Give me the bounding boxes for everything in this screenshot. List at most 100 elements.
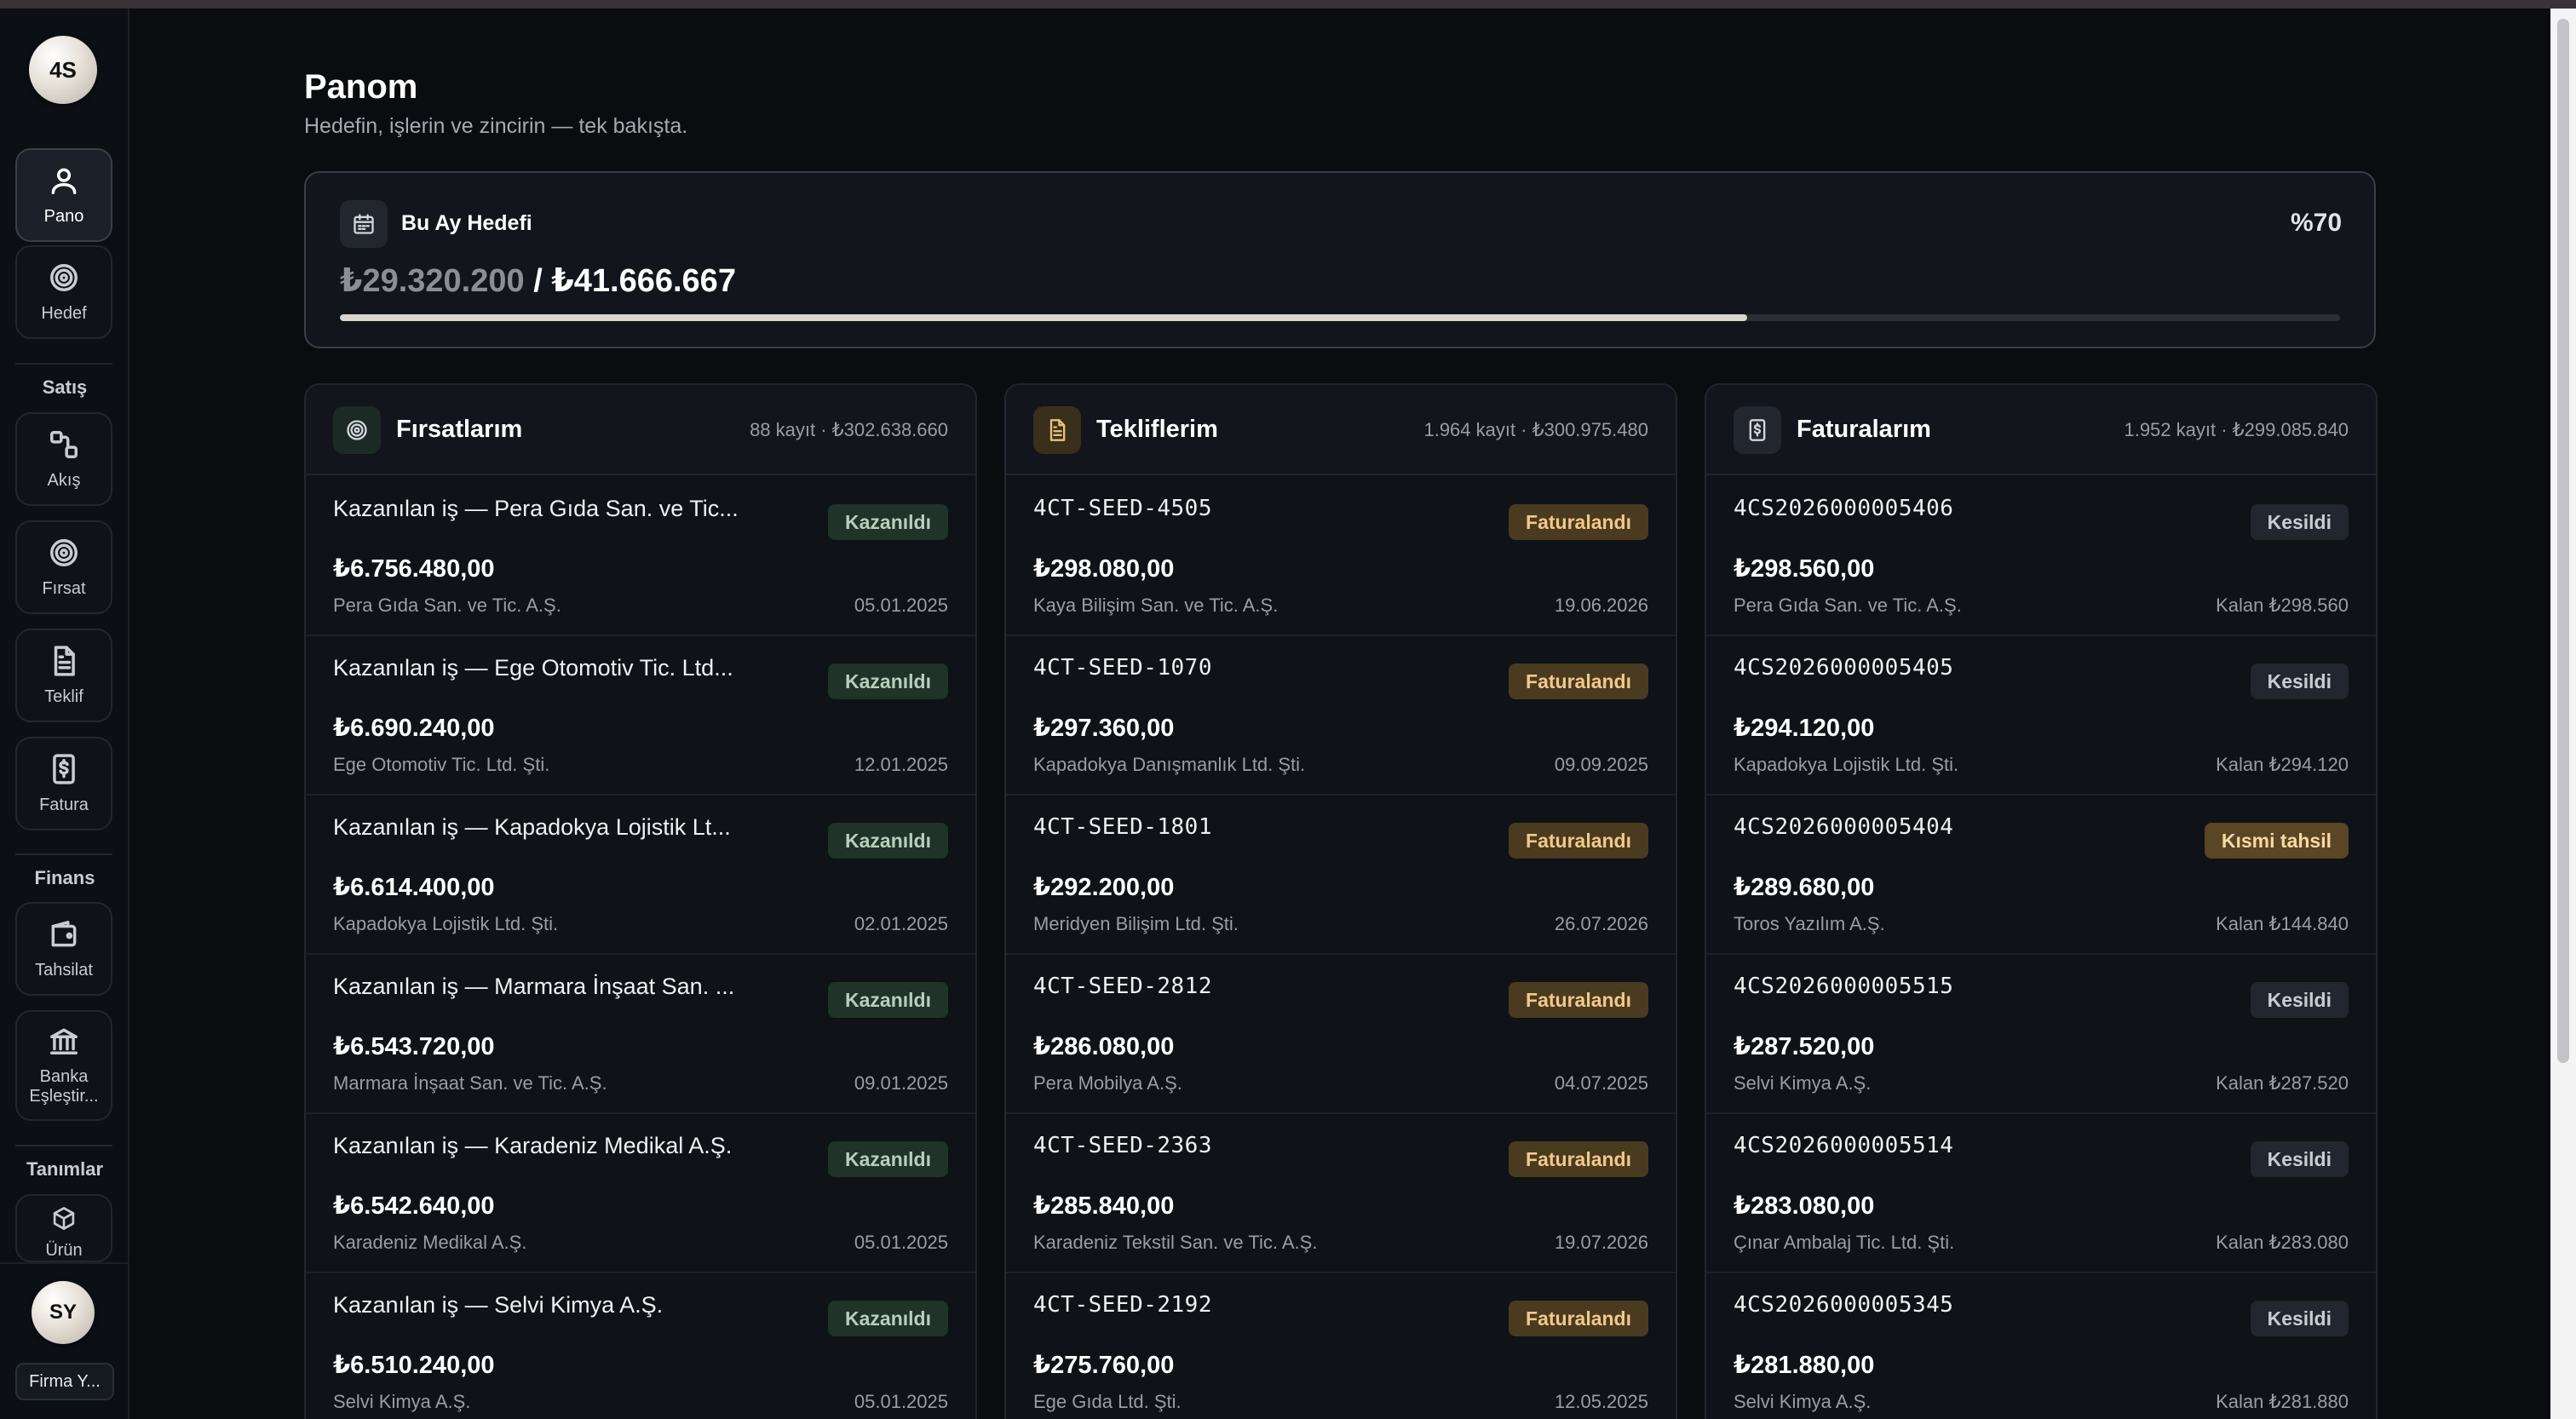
status-badge: Kısmi tahsil <box>2204 823 2349 859</box>
item-title: 4CS2026000005404 <box>1734 814 1954 840</box>
list-item[interactable]: 4CT-SEED-2363 Faturalandı ₺285.840,00 Karad… <box>1006 1114 1676 1273</box>
item-detail: 19.06.2026 <box>1554 595 1648 616</box>
invoice-icon <box>53 753 75 784</box>
item-amount: ₺289.680,00 <box>1734 874 1875 901</box>
status-badge: Kazanıldı <box>828 982 948 1018</box>
item-title: 4CT-SEED-2812 <box>1033 974 1212 999</box>
status-badge: Faturalandı <box>1509 1141 1648 1177</box>
section-title-sales: Satış <box>42 376 88 398</box>
monthly-goal-card: Bu Ay Hedefi %70 ₺29.320.200 / ₺41.666.6… <box>304 171 2376 348</box>
card-icon-box <box>1033 406 1081 454</box>
item-amount: ₺286.080,00 <box>1033 1033 1175 1060</box>
list-item[interactable]: 4CS2026000005514 Kesildi ₺283.080,00 Çınar … <box>1706 1114 2376 1273</box>
goal-current-amount: ₺29.320.200 <box>340 263 525 299</box>
nav-item-akis[interactable]: Akış <box>15 412 112 506</box>
section-divider <box>15 1145 112 1146</box>
list-item[interactable]: Kazanılan iş — Pera Gıda San. ve Tic... K… <box>306 477 975 636</box>
item-amount: ₺281.880,00 <box>1734 1352 1875 1379</box>
target-icon <box>50 538 78 566</box>
item-detail: 12.05.2025 <box>1554 1391 1648 1412</box>
item-company: Meridyen Bilişim Ltd. Şti. <box>1033 913 1239 934</box>
nav-item-banka[interactable]: Banka Eşleştir... <box>15 1010 112 1121</box>
sidebar: 4S Pano Hedef Satış Akış Fırsat Teklif F… <box>0 9 129 1419</box>
item-company: Ege Gıda Ltd. Şti. <box>1033 1391 1182 1412</box>
workspace-avatar[interactable]: 4S <box>29 36 97 104</box>
list-item[interactable]: 4CT-SEED-2812 Faturalandı ₺286.080,00 Pera … <box>1006 955 1676 1114</box>
item-amount: ₺298.560,00 <box>1734 555 1875 583</box>
status-badge: Faturalandı <box>1509 823 1648 859</box>
document-icon <box>1049 419 1066 441</box>
status-badge: Kazanıldı <box>828 823 948 859</box>
item-amount: ₺294.120,00 <box>1734 715 1875 742</box>
flow-icon <box>50 430 78 458</box>
nav-item-urun[interactable]: Ürün <box>15 1194 112 1262</box>
item-title: 4CT-SEED-4505 <box>1033 496 1212 521</box>
calendar-icon-box <box>340 200 388 248</box>
item-company: Kaya Bilişim San. ve Tic. A.Ş. <box>1033 595 1279 616</box>
nav-item-hedef[interactable]: Hedef <box>15 245 112 339</box>
status-badge: Kesildi <box>2250 1141 2349 1177</box>
list-item[interactable]: Kazanılan iş — Marmara İnşaat San. ... Ka… <box>306 955 975 1114</box>
nav-item-fatura[interactable]: Fatura <box>15 737 112 830</box>
item-amount: ₺6.510.240,00 <box>333 1352 495 1379</box>
scrollbar-thumb[interactable] <box>2557 19 2569 1063</box>
list-item[interactable]: 4CT-SEED-1801 Faturalandı ₺292.200,00 Merid… <box>1006 796 1676 955</box>
item-company: Kapadokya Lojistik Ltd. Şti. <box>333 913 559 934</box>
item-title: Kazanılan iş — Selvi Kimya A.Ş. <box>333 1292 664 1318</box>
list-item[interactable]: 4CS2026000005515 Kesildi ₺287.520,00 Selvi … <box>1706 955 2376 1114</box>
list-item[interactable]: 4CS2026000005406 Kesildi ₺298.560,00 Pera G… <box>1706 477 2376 636</box>
item-detail: 26.07.2026 <box>1554 913 1648 934</box>
nav-item-tahsilat[interactable]: Tahsilat <box>15 902 112 996</box>
list-item[interactable]: Kazanılan iş — Kapadokya Lojistik Lt... K… <box>306 796 975 955</box>
list-item[interactable]: 4CS2026000005345 Kesildi ₺281.880,00 Selvi … <box>1706 1273 2376 1419</box>
item-detail: 05.01.2025 <box>854 595 948 616</box>
card-meta: 88 kayıt · ₺302.638.660 <box>750 419 948 440</box>
item-amount: ₺297.360,00 <box>1033 715 1175 742</box>
item-title: 4CT-SEED-2363 <box>1033 1133 1212 1158</box>
list-item[interactable]: 4CS2026000005404 Kısmi tahsil ₺289.680,00 T… <box>1706 796 2376 955</box>
wallet-icon <box>51 920 77 946</box>
item-title: 4CS2026000005345 <box>1734 1292 1954 1318</box>
item-company: Toros Yazılım A.Ş. <box>1734 913 1885 934</box>
nav-item-firsat[interactable]: Fırsat <box>15 520 112 614</box>
list-item[interactable]: 4CT-SEED-1070 Faturalandı ₺297.360,00 Kapad… <box>1006 636 1676 796</box>
nav-item-pano[interactable]: Pano <box>15 148 112 242</box>
card-header: Faturalarım 1.952 kayıt · ₺299.085.840 <box>1706 385 2376 475</box>
card-title[interactable]: Faturalarım <box>1797 416 1931 444</box>
window-top-bar <box>0 0 2576 9</box>
item-title: 4CS2026000005514 <box>1734 1133 1954 1158</box>
item-company: Karadeniz Tekstil San. ve Tic. A.Ş. <box>1033 1232 1318 1253</box>
nav-item-teklif[interactable]: Teklif <box>15 629 112 722</box>
user-icon <box>51 168 77 194</box>
list-item[interactable]: Kazanılan iş — Ege Otomotiv Tic. Ltd... K… <box>306 636 975 796</box>
page-subtitle: Hedefin, işlerin ve zincirin — tek bakış… <box>304 114 688 138</box>
list-item[interactable]: 4CT-SEED-4505 Faturalandı ₺298.080,00 Kaya … <box>1006 477 1676 636</box>
item-company: Selvi Kimya A.Ş. <box>1734 1391 1872 1412</box>
list-item[interactable]: 4CT-SEED-2192 Faturalandı ₺275.760,00 Ege G… <box>1006 1273 1676 1419</box>
card-title[interactable]: Tekliflerim <box>1096 416 1218 444</box>
list-item[interactable]: 4CS2026000005405 Kesildi ₺294.120,00 Kapado… <box>1706 636 2376 796</box>
item-detail: 04.07.2025 <box>1554 1072 1648 1094</box>
item-detail: Kalan ₺281.880 <box>2216 1391 2349 1412</box>
item-title: Kazanılan iş — Marmara İnşaat San. ... <box>333 974 735 999</box>
goal-target-amount: ₺41.666.667 <box>551 263 736 299</box>
item-detail: 02.01.2025 <box>854 913 948 934</box>
status-badge: Kazanıldı <box>828 664 948 699</box>
item-company: Çınar Ambalaj Tic. Ltd. Şti. <box>1734 1232 1955 1253</box>
company-selector[interactable]: Firma Y... <box>15 1363 114 1400</box>
item-amount: ₺298.080,00 <box>1033 555 1175 583</box>
item-amount: ₺6.543.720,00 <box>333 1033 495 1060</box>
item-detail: 09.01.2025 <box>854 1072 948 1094</box>
list-item[interactable]: Kazanılan iş — Selvi Kimya A.Ş. Kazanıldı… <box>306 1273 975 1419</box>
card-title[interactable]: Fırsatlarım <box>396 416 522 444</box>
page-title: Panom <box>304 68 418 106</box>
item-amount: ₺6.542.640,00 <box>333 1192 495 1220</box>
status-badge: Kazanıldı <box>828 1301 948 1336</box>
quotes-card: Tekliflerim 1.964 kayıt · ₺300.975.480 4CT… <box>1004 383 1677 1419</box>
item-detail: 19.07.2026 <box>1554 1232 1648 1253</box>
item-title: Kazanılan iş — Karadeniz Medikal A.Ş. <box>333 1133 733 1158</box>
item-detail: Kalan ₺287.520 <box>2216 1072 2349 1094</box>
user-avatar[interactable]: SY <box>32 1281 95 1344</box>
list-item[interactable]: Kazanılan iş — Karadeniz Medikal A.Ş. Kaz… <box>306 1114 975 1273</box>
item-title: 4CT-SEED-1801 <box>1033 814 1212 840</box>
